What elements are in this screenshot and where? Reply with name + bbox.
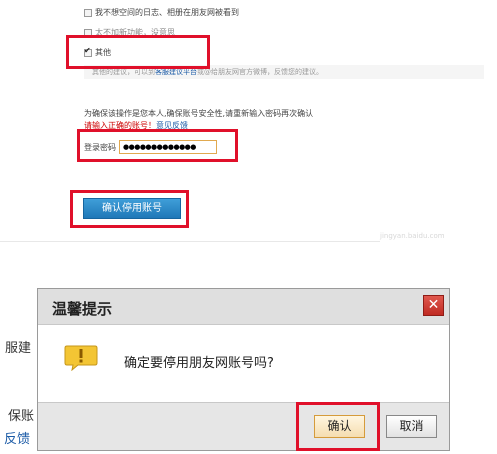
highlight-box-other-option	[66, 35, 210, 69]
security-hint: 为确保该操作是您本人,确保账号安全性,请重新输入密码再次确认	[84, 109, 314, 118]
suggestion-prefix: 其他的建议，可以到	[92, 68, 155, 76]
option-label: 我不想空间的日志、相册在朋友网被看到	[95, 8, 239, 17]
feedback-platform-link[interactable]: 客服建议平台	[155, 68, 197, 76]
dialog-body: 确定要停用朋友网账号吗?	[38, 324, 449, 403]
confirm-dialog: 温馨提示 ✕ 确定要停用朋友网账号吗? 确认 取消	[37, 288, 450, 451]
dialog-footer: 确认 取消	[38, 403, 449, 450]
highlight-box-stop-button	[70, 190, 189, 228]
warning-icon	[64, 345, 98, 371]
option-no-blog-visibility[interactable]: 我不想空间的日志、相册在朋友网被看到	[84, 7, 239, 18]
background-fragment-1: 服建	[5, 341, 32, 356]
cancel-button[interactable]: 取消	[386, 415, 437, 438]
watermark: jingyan.baidu.com	[380, 232, 445, 240]
dialog-message: 确定要停用朋友网账号吗?	[124, 356, 274, 371]
dialog-title: 温馨提示	[52, 300, 113, 318]
highlight-box-confirm-button	[296, 402, 380, 451]
suggestion-suffix: 或@给朋友网官方微博，反馈您的建议。	[197, 68, 323, 76]
background-fragment-2: 保账	[8, 409, 35, 424]
background-fragment-3: 反馈	[4, 432, 31, 447]
highlight-box-password	[77, 129, 238, 162]
divider	[0, 241, 380, 242]
close-icon[interactable]: ✕	[423, 295, 444, 316]
option-checkbox[interactable]	[84, 8, 92, 17]
